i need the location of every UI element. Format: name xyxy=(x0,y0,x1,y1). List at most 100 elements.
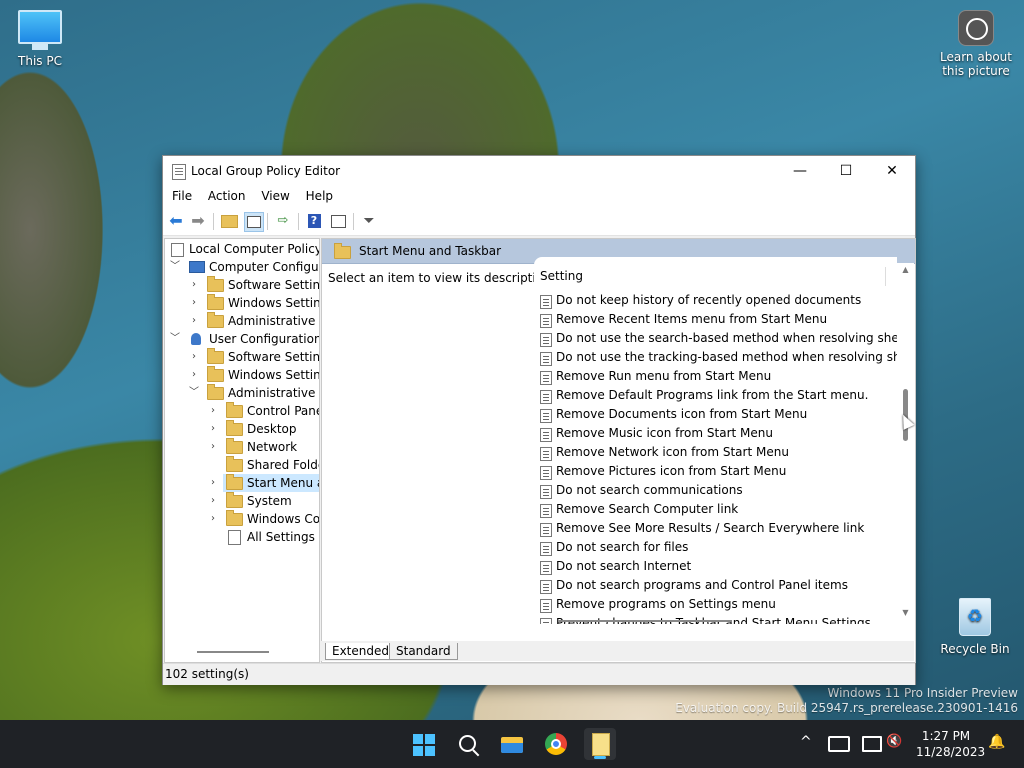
scroll-down-arrow-icon[interactable]: ▼ xyxy=(899,608,912,617)
folder-icon xyxy=(207,276,224,292)
list-horizontal-scrollbar[interactable] xyxy=(558,620,732,622)
folder-icon xyxy=(226,456,243,472)
tab-extended[interactable]: Extended xyxy=(325,643,396,660)
policy-setting-icon xyxy=(540,485,552,499)
chevron-right-icon[interactable]: › xyxy=(188,312,200,330)
desktop-icon-label: Recycle Bin xyxy=(940,642,1010,656)
search-icon[interactable] xyxy=(452,728,484,760)
show-hide-tree-icon[interactable] xyxy=(244,212,264,232)
desktop-icon-label: This PC xyxy=(18,54,62,68)
clock[interactable]: 1:27 PM 11/28/2023 xyxy=(916,728,985,760)
export-list-icon[interactable]: ⇨ xyxy=(274,212,292,230)
folder-icon xyxy=(334,243,351,259)
folder-icon xyxy=(207,294,224,310)
folder-icon xyxy=(226,510,243,526)
group-policy-editor-window: Local Group Policy Editor — ☐ ✕ File Act… xyxy=(162,155,916,685)
folder-icon xyxy=(226,420,243,436)
chevron-right-icon[interactable]: › xyxy=(207,420,219,438)
window-title: Local Group Policy Editor xyxy=(191,164,341,178)
details-pane: Start Menu and Taskbar Select an item to… xyxy=(321,238,916,663)
policy-setting-icon xyxy=(540,295,552,309)
list-vertical-scrollbar[interactable]: ▲ ▼ xyxy=(897,263,914,624)
chevron-down-icon[interactable]: ﹀ xyxy=(169,258,181,276)
policy-setting-icon xyxy=(540,561,552,575)
toolbar-separator xyxy=(213,213,214,230)
tree-horizontal-scrollbar[interactable] xyxy=(197,651,269,653)
policy-setting-icon xyxy=(540,352,552,366)
policy-setting-icon xyxy=(540,580,552,594)
menu-view[interactable]: View xyxy=(255,186,295,203)
policy-document-icon xyxy=(171,243,184,257)
navigation-tree[interactable]: Local Computer Policy ﹀ Computer Configu… xyxy=(164,238,320,663)
properties-icon[interactable] xyxy=(329,212,347,230)
policy-setting-icon xyxy=(540,314,552,328)
menu-action[interactable]: Action xyxy=(202,186,252,203)
tab-standard[interactable]: Standard xyxy=(389,643,458,660)
chevron-right-icon[interactable]: › xyxy=(188,294,200,312)
chrome-icon[interactable] xyxy=(540,728,572,760)
filter-icon[interactable]: ⏷ xyxy=(360,212,378,230)
toolbar-separator xyxy=(353,213,354,230)
toolbar-separator xyxy=(267,213,268,230)
desktop-icon-label: Learn about this picture xyxy=(940,50,1012,78)
maximize-button[interactable]: ☐ xyxy=(823,156,869,186)
desktop-icon-recycle-bin[interactable]: ♻ Recycle Bin xyxy=(940,598,1010,656)
windows-watermark: Windows 11 Pro Insider Preview Evaluatio… xyxy=(675,686,1018,715)
gpedit-app-icon xyxy=(172,164,186,180)
desktop-icon-this-pc[interactable]: This PC xyxy=(12,10,68,68)
toolbar-separator xyxy=(298,213,299,230)
chevron-right-icon[interactable]: › xyxy=(188,366,200,384)
up-folder-icon[interactable] xyxy=(220,212,238,230)
notification-bell-icon[interactable]: 🔔 xyxy=(988,734,1005,750)
desktop-icon-learn-about-picture[interactable]: Learn about this picture xyxy=(938,10,1014,78)
tray-overflow-chevron[interactable]: ^ xyxy=(800,734,812,750)
description-text: Select an item to view its description. xyxy=(328,271,555,285)
minimize-button[interactable]: — xyxy=(777,156,823,186)
tree-node-start-menu-and-taskbar[interactable]: › Start Menu ar xyxy=(169,474,319,492)
volume-muted-icon[interactable]: 🔇 xyxy=(886,734,902,749)
chevron-right-icon[interactable]: › xyxy=(207,402,219,420)
folder-icon xyxy=(226,492,243,508)
folder-icon xyxy=(226,438,243,454)
settings-list[interactable]: Setting Do not keep history of recently … xyxy=(534,257,897,624)
clock-time: 1:27 PM xyxy=(921,729,971,743)
scroll-up-arrow-icon[interactable]: ▲ xyxy=(899,265,912,274)
chevron-down-icon[interactable]: ﹀ xyxy=(169,330,181,348)
menu-help[interactable]: Help xyxy=(300,186,339,203)
folder-icon xyxy=(226,474,243,490)
menu-file[interactable]: File xyxy=(166,186,198,203)
notepad-icon[interactable] xyxy=(584,728,616,760)
folder-icon xyxy=(226,402,243,418)
chevron-right-icon[interactable]: › xyxy=(188,348,200,366)
policy-setting-icon xyxy=(540,409,552,423)
start-icon[interactable] xyxy=(408,728,440,760)
recycle-bin-icon: ♻ xyxy=(959,598,991,636)
column-header-setting[interactable]: Setting xyxy=(540,269,583,283)
column-separator[interactable] xyxy=(885,267,886,286)
network-disconnected-icon[interactable] xyxy=(828,736,850,752)
folder-icon xyxy=(207,312,224,328)
status-bar: 102 setting(s) xyxy=(163,663,915,685)
file-explorer-icon[interactable] xyxy=(496,728,528,760)
title-bar[interactable]: Local Group Policy Editor — ☐ ✕ xyxy=(163,156,915,186)
chevron-right-icon[interactable]: › xyxy=(188,276,200,294)
policy-setting-icon xyxy=(540,333,552,347)
chevron-right-icon[interactable]: › xyxy=(207,492,219,510)
display-icon[interactable] xyxy=(862,736,882,752)
folder-icon xyxy=(207,384,224,400)
help-icon[interactable]: ? xyxy=(305,212,323,230)
policy-setting-icon xyxy=(540,504,552,518)
chevron-right-icon[interactable]: › xyxy=(207,474,219,492)
back-arrow-icon[interactable]: ⬅ xyxy=(167,212,185,230)
close-button[interactable]: ✕ xyxy=(869,156,915,186)
chevron-right-icon[interactable]: › xyxy=(207,438,219,456)
chevron-right-icon[interactable]: › xyxy=(207,510,219,528)
computer-icon xyxy=(189,261,205,273)
forward-arrow-icon[interactable]: ➡ xyxy=(189,212,207,230)
chevron-down-icon[interactable]: ﹀ xyxy=(188,384,200,402)
policy-setting-icon xyxy=(540,447,552,461)
policy-setting-icon xyxy=(540,466,552,480)
policy-setting-icon xyxy=(540,618,552,624)
user-icon xyxy=(191,333,201,345)
taskbar: ^ 🔇 1:27 PM 11/28/2023 🔔 xyxy=(0,720,1024,768)
